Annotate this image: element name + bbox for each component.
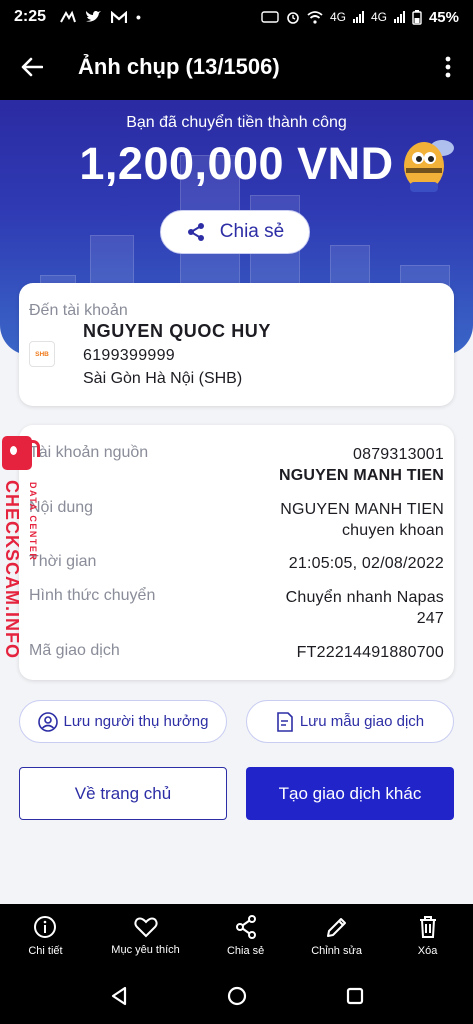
recipient-bank-name: Sài Gòn Hà Nội (SHB) [83, 370, 243, 387]
delete-label: Xóa [417, 945, 438, 957]
gallery-app-bar: Ảnh chụp (13/1506) [0, 34, 473, 100]
share-photo-button[interactable]: Chia sẻ [200, 904, 291, 968]
more-vertical-icon [445, 56, 451, 78]
info-icon [34, 916, 57, 938]
photo-actions-bar: Chi tiết Mục yêu thích Chia sẻ Chỉnh sửa… [0, 904, 473, 968]
share-label: Chia sẻ [219, 221, 285, 242]
detail-value: 0879313001 NGUYEN MANH TIEN [279, 446, 444, 484]
network-type-1: 4G [329, 10, 346, 24]
recipient-label: Đến tài khoản [29, 302, 128, 319]
system-navigation-bar [0, 968, 473, 1024]
watermark-main-text: CHECKSCAM.INFO [2, 480, 22, 659]
checkscam-watermark: CHECKSCAM.INFO DATA CENTER [2, 436, 54, 666]
detail-value: NGUYEN MANH TIEN chuyen khoan [280, 501, 444, 539]
watermark-sub-text: DATA CENTER [28, 482, 38, 562]
more-options-button[interactable] [423, 34, 473, 100]
document-edit-icon [277, 711, 293, 732]
detail-row-transfer-type: Hình thức chuyển Chuyển nhanh Napas 247 [29, 587, 444, 629]
signal-icon-1 [352, 11, 364, 23]
details-button[interactable]: Chi tiết [0, 904, 91, 968]
share-photo-label: Chia sẻ [226, 945, 265, 957]
share-icon [235, 915, 256, 939]
detail-value: 21:05:05, 02/08/2022 [288, 555, 444, 572]
favorite-button[interactable]: Mục yêu thích [91, 904, 200, 968]
network-type-2: 4G [370, 10, 387, 24]
trash-icon [419, 916, 436, 938]
save-template-button[interactable]: Lưu mẫu giao dịch [246, 700, 454, 743]
recipient-card: Đến tài khoản SHB NGUYEN QUOC HUY 619939… [19, 283, 454, 406]
detail-row-source-account: Tài khoản nguồn 0879313001 NGUYEN MANH TI… [29, 444, 444, 486]
nfc-icon [261, 11, 279, 23]
save-recipient-button[interactable]: Lưu người thụ hưởng [19, 700, 227, 743]
more-notifications-dot: • [136, 9, 141, 25]
photo-viewer[interactable]: Bạn đã chuyển tiền thành công 1,200,000 … [0, 100, 473, 904]
recipient-account-number: 6199399999 [83, 347, 175, 364]
new-transaction-button[interactable]: Tạo giao dịch khác [246, 767, 454, 820]
heart-icon [133, 917, 158, 938]
edit-label: Chỉnh sửa [311, 945, 362, 957]
edit-button[interactable]: Chỉnh sửa [291, 904, 382, 968]
nav-recents-icon[interactable] [346, 987, 364, 1005]
twitter-icon [86, 11, 102, 22]
detail-row-transaction-id: Mã giao dịch FT22214491880700 [29, 642, 444, 663]
delete-button[interactable]: Xóa [382, 904, 473, 968]
detail-value: Chuyển nhanh Napas 247 [285, 589, 444, 627]
alarm-icon [287, 12, 299, 24]
status-time: 2:25 [14, 8, 47, 25]
save-recipient-label: Lưu người thụ hưởng [63, 713, 209, 730]
system-status-icons: 4G 4G 45% [261, 9, 459, 26]
status-bar: 2:25 • 4G 4G 45% [0, 0, 473, 34]
gmail-icon [111, 10, 128, 23]
lock-icon [2, 436, 40, 470]
back-button[interactable] [0, 34, 64, 100]
wifi-icon [307, 10, 323, 24]
save-template-label: Lưu mẫu giao dịch [299, 713, 425, 730]
details-label: Chi tiết [28, 945, 63, 957]
detail-row-content: Nội dung NGUYEN MANH TIEN chuyen khoan [29, 499, 444, 541]
nav-home-icon[interactable] [227, 986, 247, 1006]
messenger-icon [60, 10, 76, 23]
battery-percentage: 45% [428, 8, 459, 26]
back-to-home-button[interactable]: Về trang chủ [19, 767, 227, 820]
user-circle-icon [37, 711, 58, 732]
recipient-name: NGUYEN QUOC HUY [83, 321, 272, 341]
favorite-label: Mục yêu thích [111, 944, 180, 956]
shb-bank-logo: SHB [29, 341, 55, 367]
detail-row-time: Thời gian 21:05:05, 02/08/2022 [29, 553, 444, 574]
arrow-left-icon [21, 57, 43, 77]
nav-back-icon[interactable] [109, 986, 129, 1006]
transaction-details-card: Tài khoản nguồn 0879313001 NGUYEN MANH TI… [19, 425, 454, 680]
share-button[interactable]: Chia sẻ [160, 210, 310, 254]
signal-icon-2 [393, 11, 405, 23]
edit-icon [326, 918, 346, 937]
bee-mascot-icon [404, 140, 454, 192]
battery-icon [412, 9, 422, 25]
page-title: Ảnh chụp (13/1506) [78, 54, 280, 79]
notification-icons: • [60, 9, 141, 25]
share-icon [187, 223, 204, 241]
detail-value: FT22214491880700 [296, 644, 444, 661]
